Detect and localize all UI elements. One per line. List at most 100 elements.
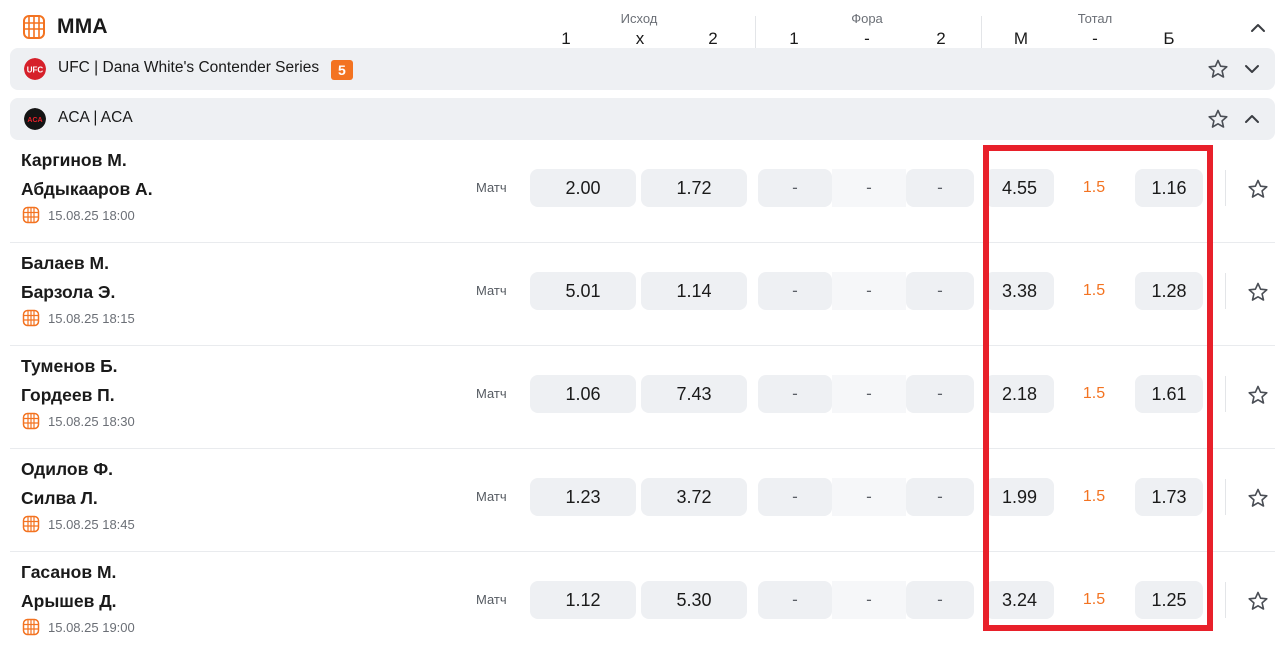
odd-outcome-1[interactable]: 2.00 xyxy=(530,169,636,207)
aca-logo: ACA xyxy=(24,108,46,130)
star-outline-icon[interactable] xyxy=(1247,590,1269,612)
league-name: ACA | ACA xyxy=(58,109,133,126)
col-label-handicap-1: 1 xyxy=(789,29,799,48)
event-date-text: 15.08.25 18:00 xyxy=(48,208,135,223)
odd-outcome-2[interactable]: 1.14 xyxy=(641,272,747,310)
league-event-count-badge: 5 xyxy=(331,60,353,80)
market-label: Матч xyxy=(476,386,507,401)
ufc-logo-text: UFC xyxy=(27,66,44,75)
market-label: Матч xyxy=(476,592,507,607)
odd-handicap-param: - xyxy=(832,478,906,516)
header-divider xyxy=(755,16,756,50)
odd-handicap-2[interactable]: - xyxy=(906,272,974,310)
league-row-aca[interactable]: ACA ACA | ACA xyxy=(10,98,1275,140)
odd-total-under[interactable]: 4.55 xyxy=(985,169,1054,207)
odd-handicap-2[interactable]: - xyxy=(906,375,974,413)
chevron-up-icon[interactable] xyxy=(1247,17,1269,39)
market-label: Матч xyxy=(476,283,507,298)
odd-total-over[interactable]: 1.16 xyxy=(1135,169,1203,207)
col-label-total-under: М xyxy=(1013,29,1029,48)
row-divider xyxy=(1225,582,1226,618)
league-name: UFC | Dana White's Contender Series xyxy=(58,59,320,76)
header-divider xyxy=(981,16,982,50)
team-2-name: Силва Л. xyxy=(21,488,98,508)
team-1-name: Балаев М. xyxy=(21,253,109,273)
star-outline-icon[interactable] xyxy=(1247,487,1269,509)
star-outline-icon[interactable] xyxy=(1247,178,1269,200)
total-param: 1.5 xyxy=(1082,179,1106,196)
odd-handicap-param: - xyxy=(832,169,906,207)
event-row[interactable]: Туменов Б. Гордеев П. 15.08.25 18:30 Мат… xyxy=(10,346,1275,449)
total-param: 1.5 xyxy=(1082,591,1106,608)
odd-outcome-2[interactable]: 7.43 xyxy=(641,375,747,413)
event-row[interactable]: Каргинов М. Абдыкааров А. 15.08.25 18:00… xyxy=(10,140,1275,243)
total-param: 1.5 xyxy=(1082,488,1106,505)
odd-total-over[interactable]: 1.28 xyxy=(1135,272,1203,310)
col-label-handicap-param: - xyxy=(864,29,870,48)
cage-calendar-icon xyxy=(22,515,40,533)
odd-outcome-1[interactable]: 1.12 xyxy=(530,581,636,619)
event-row[interactable]: Балаев М. Барзола Э. 15.08.25 18:15 Матч… xyxy=(10,243,1275,346)
odd-handicap-param: - xyxy=(832,375,906,413)
col-label-total-param: - xyxy=(1092,29,1098,48)
event-date-text: 15.08.25 19:00 xyxy=(48,620,135,635)
chevron-up-icon[interactable] xyxy=(1241,108,1263,130)
odd-total-under[interactable]: 3.24 xyxy=(985,581,1054,619)
odd-handicap-param: - xyxy=(832,272,906,310)
cage-calendar-icon xyxy=(22,309,40,327)
team-1-name: Одилов Ф. xyxy=(21,459,114,479)
odd-total-under[interactable]: 1.99 xyxy=(985,478,1054,516)
col-label-outcome-1: 1 xyxy=(561,29,571,48)
chevron-down-icon[interactable] xyxy=(1241,58,1263,80)
odd-total-under[interactable]: 2.18 xyxy=(985,375,1054,413)
team-2-name: Барзола Э. xyxy=(21,282,116,302)
total-param: 1.5 xyxy=(1082,385,1106,402)
odd-handicap-1[interactable]: - xyxy=(758,375,832,413)
total-param: 1.5 xyxy=(1082,282,1106,299)
row-divider xyxy=(1225,479,1226,515)
odd-outcome-1[interactable]: 1.06 xyxy=(530,375,636,413)
team-1-name: Гасанов М. xyxy=(21,562,117,582)
event-row[interactable]: Одилов Ф. Силва Л. 15.08.25 18:45 Матч 1… xyxy=(10,449,1275,552)
odd-outcome-2[interactable]: 1.72 xyxy=(641,169,747,207)
row-divider xyxy=(1225,170,1226,206)
league-row-ufc[interactable]: UFC UFC | Dana White's Contender Series … xyxy=(10,48,1275,90)
odd-outcome-2[interactable]: 5.30 xyxy=(641,581,747,619)
mma-cage-icon xyxy=(23,15,45,39)
odd-handicap-2[interactable]: - xyxy=(906,478,974,516)
odd-total-over[interactable]: 1.73 xyxy=(1135,478,1203,516)
group-label-total: Тотал xyxy=(1077,11,1113,26)
odd-handicap-1[interactable]: - xyxy=(758,169,832,207)
event-date-text: 15.08.25 18:45 xyxy=(48,517,135,532)
event-date-text: 15.08.25 18:30 xyxy=(48,414,135,429)
team-1-name: Каргинов М. xyxy=(21,150,127,170)
col-label-outcome-x: x xyxy=(635,29,645,48)
event-row[interactable]: Гасанов М. Арышев Д. 15.08.25 19:00 Матч… xyxy=(10,552,1275,654)
odd-handicap-2[interactable]: - xyxy=(906,581,974,619)
star-outline-icon[interactable] xyxy=(1207,108,1229,130)
group-label-outcome: Исход xyxy=(620,11,658,26)
odd-total-over[interactable]: 1.61 xyxy=(1135,375,1203,413)
odd-total-under[interactable]: 3.38 xyxy=(985,272,1054,310)
sport-title: MMA xyxy=(57,15,108,38)
market-label: Матч xyxy=(476,489,507,504)
odd-handicap-2[interactable]: - xyxy=(906,169,974,207)
odd-handicap-1[interactable]: - xyxy=(758,478,832,516)
odd-handicap-1[interactable]: - xyxy=(758,272,832,310)
odd-handicap-1[interactable]: - xyxy=(758,581,832,619)
star-outline-icon[interactable] xyxy=(1247,281,1269,303)
odd-outcome-2[interactable]: 3.72 xyxy=(641,478,747,516)
team-2-name: Арышев Д. xyxy=(21,591,117,611)
team-2-name: Гордеев П. xyxy=(21,385,115,405)
star-outline-icon[interactable] xyxy=(1207,58,1229,80)
cage-calendar-icon xyxy=(22,618,40,636)
event-date-text: 15.08.25 18:15 xyxy=(48,311,135,326)
odd-outcome-1[interactable]: 1.23 xyxy=(530,478,636,516)
row-divider xyxy=(1225,273,1226,309)
col-label-total-over: Б xyxy=(1163,29,1175,48)
col-label-outcome-2: 2 xyxy=(708,29,718,48)
odd-outcome-1[interactable]: 5.01 xyxy=(530,272,636,310)
star-outline-icon[interactable] xyxy=(1247,384,1269,406)
team-1-name: Туменов Б. xyxy=(21,356,118,376)
odd-total-over[interactable]: 1.25 xyxy=(1135,581,1203,619)
